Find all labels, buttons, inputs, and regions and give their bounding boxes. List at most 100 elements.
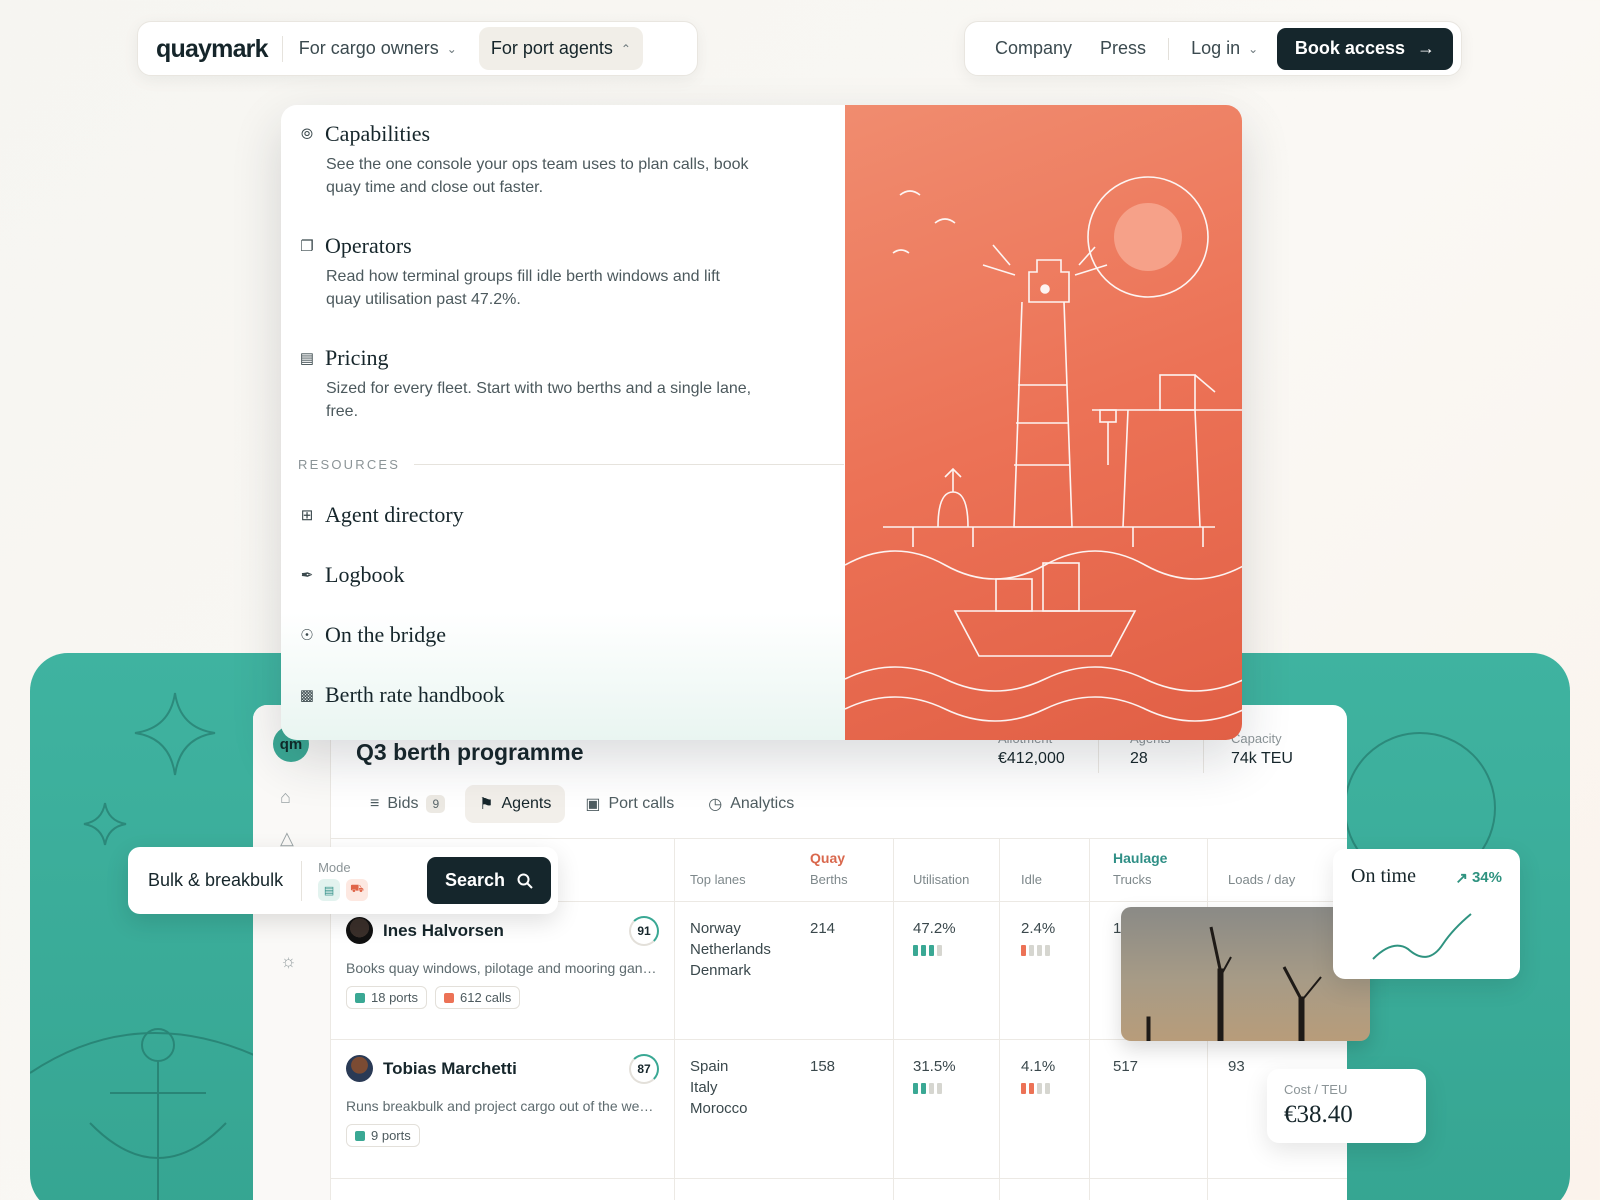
agent-chips: 9 ports (346, 1124, 658, 1147)
idle-cell: 4.1% (1021, 1056, 1055, 1094)
tab-port-calls[interactable]: ▣ Port calls (571, 785, 688, 823)
cards-icon: ❐ (300, 238, 314, 255)
avatar (346, 917, 373, 944)
utilisation-bars (913, 945, 956, 956)
stat-agents-value: 28 (1130, 750, 1148, 767)
bar-segment (1037, 1083, 1042, 1094)
grid-icon: ⊞ (300, 507, 314, 524)
lane: Denmark (690, 962, 751, 979)
chip-swatch (355, 1130, 365, 1141)
chip-ports-label: 18 ports (371, 990, 418, 1005)
tab-analytics[interactable]: ◷ Analytics (694, 785, 808, 823)
nav-port-agents-label: For port agents (490, 38, 613, 58)
nav-company[interactable]: Company (983, 38, 1084, 59)
menu-item-logbook[interactable]: ✒ Logbook (298, 562, 405, 588)
agent-name[interactable]: Ines Halvorsen (346, 917, 658, 944)
microphone-icon: ☉ (300, 627, 314, 644)
bar-segment (921, 1083, 926, 1094)
chip-swatch (443, 992, 454, 1003)
bookmark-icon: ⚑ (479, 796, 494, 813)
menu-item-description: Read how terminal groups fill idle berth… (326, 268, 720, 308)
lanes-cell: Spain Italy Morocco (690, 1056, 748, 1119)
col-header-lanes: Top lanes (690, 872, 746, 887)
nav-cargo-owners[interactable]: For cargo owners ⌄ (287, 27, 469, 70)
on-time-card: On time ↗ 34% (1333, 849, 1520, 979)
search-input[interactable]: Bulk & breakbulk (128, 860, 303, 901)
bar-segment (929, 1083, 934, 1094)
home-icon[interactable]: ⌂ (280, 787, 291, 808)
bar-segment (1029, 1083, 1034, 1094)
chip-swatch (355, 992, 365, 1003)
menu-item-berth-rate-handbook[interactable]: ▩ Berth rate handbook (298, 682, 505, 708)
mode-selector[interactable]: Mode ▤ ⛟ (302, 860, 369, 901)
resources-label: RESOURCES (298, 457, 401, 472)
nav-press[interactable]: Press (1088, 38, 1158, 59)
menu-item-title: On the bridge (325, 622, 446, 647)
container-icon[interactable]: ▤ (318, 879, 341, 901)
bar-segment (913, 1083, 918, 1094)
idle-bars (1021, 1083, 1055, 1094)
search-button[interactable]: Search (427, 857, 551, 904)
tab-bids-label: Bids (387, 795, 419, 812)
settings-icon[interactable]: ☼ (280, 951, 297, 972)
menu-links-panel: ⦾ Capabilities See the one console your o… (281, 105, 845, 740)
col-divider (1089, 838, 1090, 1200)
lane: Netherlands (690, 941, 771, 958)
resources-heading: RESOURCES (298, 457, 845, 472)
chip-ports-label: 9 ports (371, 1128, 411, 1143)
col-header-berths: Berths (810, 872, 848, 887)
agent-name-label: Tobias Marchetti (383, 1058, 517, 1078)
lighthouse-illustration (844, 176, 1242, 722)
search-button-label: Search (444, 870, 506, 890)
menu-item-description: See the one console your ops team uses t… (326, 156, 749, 196)
bar-segment (937, 945, 942, 956)
menu-item-pricing[interactable]: ▤ Pricing Sized for every fleet. Start wi… (298, 345, 756, 423)
stat-capacity-value: 74k TEU (1231, 750, 1293, 767)
mode-options: ▤ ⛟ (318, 879, 369, 901)
mode-label: Mode (318, 860, 351, 875)
agent-description: Runs breakbulk and project cargo out of … (346, 1098, 658, 1114)
logo[interactable]: quaymark (156, 35, 283, 62)
tab-agents-label: Agents (501, 795, 552, 812)
feather-icon: ✒ (300, 567, 314, 584)
tab-bar: ≡ Bids 9 ⚑ Agents ▣ Port calls ◷ Analyti… (356, 785, 808, 823)
menu-item-on-the-bridge[interactable]: ☉ On the bridge (298, 622, 446, 648)
agent-name[interactable]: Tobias Marchetti (346, 1055, 658, 1082)
table-row[interactable]: Tobias Marchetti Runs breakbulk and proj… (346, 1055, 658, 1147)
document-icon: ▩ (299, 687, 315, 704)
layers-icon[interactable]: △ (280, 828, 294, 849)
truck-icon[interactable]: ⛟ (346, 879, 369, 901)
chip-ports: 9 ports (346, 1124, 420, 1147)
wallet-icon: ▤ (299, 350, 315, 367)
bar-segment (929, 945, 934, 956)
nav-divider (1168, 37, 1170, 60)
col-header-loads: Loads / day (1228, 872, 1296, 887)
col-divider (674, 838, 675, 1200)
table-row[interactable]: Ines Halvorsen Books quay windows, pilot… (346, 917, 658, 1009)
tab-bids[interactable]: ≡ Bids 9 (356, 785, 459, 823)
berths-cell: 214 (810, 920, 836, 937)
nav-port-agents[interactable]: For port agents ⌃ (478, 27, 643, 70)
on-time-sparkline (1372, 913, 1472, 960)
col-group-quay: Quay (810, 850, 846, 866)
book-access-button[interactable]: Book access → (1276, 27, 1453, 70)
tab-agents[interactable]: ⚑ Agents (465, 785, 566, 823)
nav-cargo-owners-label: For cargo owners (298, 38, 439, 58)
chevron-down-icon: ⌄ (446, 41, 457, 56)
port-agents-mega-menu: ⦾ Capabilities See the one console your o… (281, 105, 1242, 740)
menu-item-operators[interactable]: ❐ Operators Read how terminal groups fill… (298, 233, 756, 311)
menu-item-agent-directory[interactable]: ⊞ Agent directory (298, 502, 464, 528)
arrow-right-icon: → (1417, 38, 1435, 58)
lane: Morocco (690, 1100, 748, 1117)
tab-port-calls-label: Port calls (608, 795, 675, 812)
cost-card: Cost / TEU €38.40 (1267, 1069, 1426, 1143)
idle-value: 2.4% (1021, 920, 1056, 937)
menu-item-capabilities[interactable]: ⦾ Capabilities See the one console your o… (298, 121, 756, 199)
list-icon: ≡ (370, 795, 380, 812)
bar-segment (937, 1083, 942, 1094)
row-divider (331, 1178, 1347, 1179)
utilisation-value: 31.5% (913, 1058, 956, 1075)
chip-calls: 612 calls (434, 986, 521, 1009)
login-button[interactable]: Log in ⌄ (1179, 27, 1270, 70)
menu-item-title: Capabilities (325, 121, 431, 146)
